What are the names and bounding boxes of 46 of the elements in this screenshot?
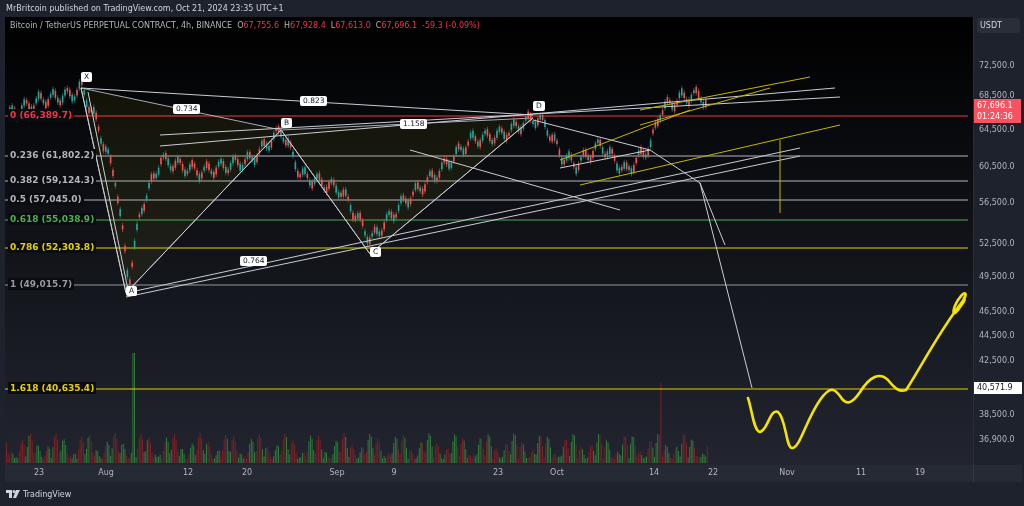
price-marker: 40,571.9 — [974, 382, 1022, 394]
price-axis-label: 42,500.0 — [979, 355, 1015, 367]
bar-countdown: 01:24:36 — [977, 111, 1014, 122]
fib-level-label: 0 (66,389.7) — [8, 109, 75, 121]
price-change: -59.3 (-0.09%) — [422, 21, 480, 30]
time-axis-label: Oct — [550, 468, 564, 477]
price-axis-label: 46,500.0 — [979, 306, 1015, 318]
time-axis-label: 23 — [492, 468, 504, 477]
time-axis-label: Nov — [779, 468, 795, 477]
last-price: 67,696.1 — [977, 100, 1014, 111]
fib-level-label: 0.618 (55,038.9) — [8, 213, 97, 225]
price-axis-label: 68,500.0 — [979, 90, 1015, 101]
ohlc-value: L67,613.0 — [330, 21, 371, 30]
time-axis-label: 19 — [914, 468, 926, 477]
price-axis-label: 60,500.0 — [979, 161, 1015, 173]
logo-icon — [6, 490, 20, 498]
symbol-title: Bitcoin / TetherUS PERPETUAL CONTRACT, 4h, BINANCE — [10, 21, 233, 30]
time-axis-label: 9 — [391, 468, 397, 477]
price-axis-label: 64,500.0 — [979, 124, 1015, 136]
time-axis-label: 12 — [182, 468, 194, 477]
price-axis-label: 72,500.0 — [979, 60, 1015, 72]
time-axis-label: Aug — [98, 468, 114, 477]
price-axis-label: 38,500.0 — [979, 409, 1015, 421]
ohlc-value: O67,755.6 — [237, 21, 280, 30]
published-line: MrBritcoin published on TradingView.com, Oct 21, 2024 23:35 UTC+1 — [6, 4, 284, 13]
price-axis-label: 56,500.0 — [979, 197, 1015, 209]
ohlc-value: H67,928.4 — [284, 21, 326, 30]
ohlc-value: C67,696.1 — [375, 21, 418, 30]
time-axis-label: 14 — [648, 468, 660, 477]
price-axis-label: 52,500.0 — [979, 238, 1015, 250]
fib-level-label: 0.786 (52,303.8) — [8, 241, 97, 253]
price-axis-label: 49,500.0 — [979, 271, 1015, 283]
currency-button[interactable]: USDT — [977, 18, 1020, 33]
time-axis-label: Sep — [329, 468, 345, 477]
time-axis-label: 23 — [33, 468, 45, 477]
time-axis-label: 20 — [241, 468, 253, 477]
fib-level-label: 0.5 (57,045.0) — [8, 193, 84, 205]
fib-level-label: 1 (49,015.7) — [8, 278, 75, 290]
time-axis-label: 22 — [707, 468, 719, 477]
fib-level-label: 1.618 (40,635.4) — [8, 382, 97, 394]
time-axis-label: 11 — [855, 468, 867, 477]
brand-name: TradingView — [23, 489, 72, 499]
fib-level-label: 0.236 (61,802.2) — [8, 149, 97, 161]
price-axis-label: 36,900.0 — [979, 434, 1015, 446]
fib-level-label: 0.382 (59,124.3) — [8, 174, 97, 186]
price-axis-label: 44,500.0 — [979, 330, 1015, 342]
